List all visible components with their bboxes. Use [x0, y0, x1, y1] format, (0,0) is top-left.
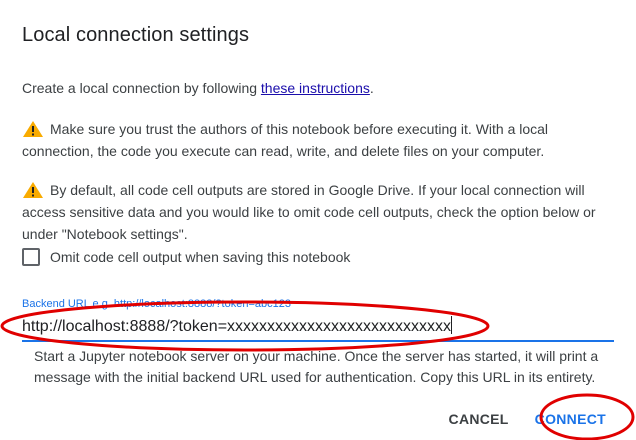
- connect-button[interactable]: CONNECT: [525, 405, 616, 433]
- backend-url-input[interactable]: http://localhost:8888/?token=xxxxxxxxxxx…: [22, 314, 614, 342]
- drive-warning: By default, all code cell outputs are st…: [22, 179, 618, 245]
- omit-output-checkbox[interactable]: [22, 248, 40, 266]
- warning-icon: [23, 182, 43, 198]
- dialog-actions: CANCEL CONNECT: [439, 405, 616, 433]
- backend-url-label: Backend URL e.g. http://localhost:8888/?…: [22, 298, 291, 310]
- instructions-link[interactable]: these instructions: [261, 80, 370, 96]
- intro-text: Create a local connection by following t…: [22, 80, 374, 96]
- intro-text-end: .: [369, 80, 374, 96]
- warning-icon: [23, 121, 43, 137]
- backend-url-value: http://localhost:8888/?token=xxxxxxxxxxx…: [22, 318, 452, 335]
- trust-warning-text: Make sure you trust the authors of this …: [22, 121, 549, 159]
- intro-text-start: Create a local connection by following: [22, 80, 261, 96]
- omit-output-label: Omit code cell output when saving this n…: [50, 249, 351, 265]
- trust-warning: Make sure you trust the authors of this …: [22, 118, 618, 162]
- dialog-title: Local connection settings: [22, 24, 250, 46]
- local-connection-dialog: Local connection settings Create a local…: [0, 0, 636, 440]
- drive-warning-text: By default, all code cell outputs are st…: [22, 182, 596, 242]
- text-cursor: [451, 316, 453, 334]
- omit-output-option[interactable]: Omit code cell output when saving this n…: [22, 248, 350, 266]
- cancel-button[interactable]: CANCEL: [439, 405, 519, 433]
- help-text: Start a Jupyter notebook server on your …: [34, 348, 599, 385]
